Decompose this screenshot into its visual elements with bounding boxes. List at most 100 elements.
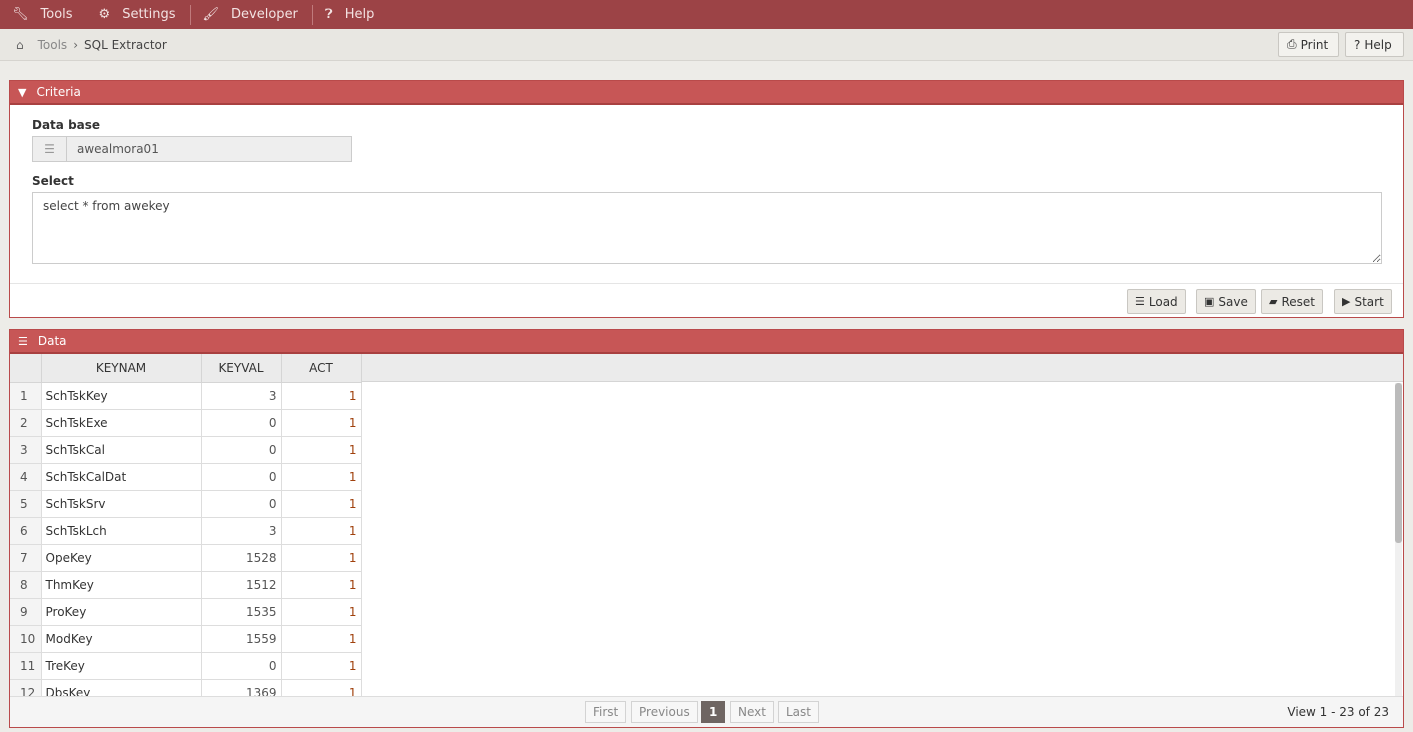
scrollbar-thumb[interactable] [1395,383,1402,543]
data-panel: ☰ Data KEYNAM KEYVAL ACT 1 SchTskKey 3 1 2 Sch… [9,329,1404,728]
row-number: 3 [10,436,42,464]
start-button[interactable]: ▶ Start [1334,289,1392,314]
current-page-button[interactable]: 1 [701,701,726,723]
cell-act: 1 [281,463,362,491]
chevron-right-icon: › [73,37,78,52]
cell-keynam: SchTskExe [41,409,202,437]
cell-keynam: SchTskSrv [41,490,202,518]
row-number: 11 [10,652,42,680]
row-number: 10 [10,625,42,653]
cell-keyval: 0 [201,463,282,491]
divider [10,283,1403,284]
breadcrumb: ⌂ Tools › SQL Extractor [0,29,1413,61]
cell-keyval: 3 [201,382,282,410]
cell-keynam: ProKey [41,598,202,626]
row-number: 6 [10,517,42,545]
row-number: 9 [10,598,42,626]
table-row[interactable]: 10 ModKey 1559 1 [10,625,362,653]
eraser-icon: ▰ [1269,295,1278,308]
load-button[interactable]: ☰ Load [1127,289,1186,314]
cell-keynam: ThmKey [41,571,202,599]
cell-act: 1 [281,517,362,545]
nav-settings[interactable]: ⚙ Settings [87,0,190,29]
criteria-panel: ▼ Criteria Data base ☰ awealmora01 Select… [9,80,1404,318]
column-header-keyval[interactable]: KEYVAL [201,354,282,383]
data-grid: KEYNAM KEYVAL ACT 1 SchTskKey 3 1 2 SchTskExe… [10,354,362,707]
home-icon[interactable]: ⌂ [16,38,24,52]
cell-keynam: SchTskCal [41,436,202,464]
table-row[interactable]: 5 SchTskSrv 0 1 [10,490,362,518]
cell-act: 1 [281,652,362,680]
previous-page-button[interactable]: Previous [631,701,698,723]
wrench-icon: 🔧︎ [12,7,29,22]
table-row[interactable]: 8 ThmKey 1512 1 [10,571,362,599]
question-icon: ❓︎ [324,7,333,22]
breadcrumb-tools[interactable]: Tools [38,38,68,52]
table-icon: ☰ [18,334,28,348]
cell-keyval: 1559 [201,625,282,653]
cell-act: 1 [281,625,362,653]
column-header-keynam[interactable]: KEYNAM [41,354,202,383]
database-field[interactable]: ☰ awealmora01 [32,136,352,162]
cell-act: 1 [281,490,362,518]
next-page-button[interactable]: Next [730,701,774,723]
nav-help[interactable]: ❓︎ Help [313,0,388,29]
cell-keyval: 1535 [201,598,282,626]
cell-keyval: 0 [201,652,282,680]
cell-keynam: SchTskLch [41,517,202,545]
table-row[interactable]: 9 ProKey 1535 1 [10,598,362,626]
row-number: 5 [10,490,42,518]
list-icon: ☰ [1135,295,1145,308]
table-row[interactable]: 7 OpeKey 1528 1 [10,544,362,572]
help-button[interactable]: ? Help [1345,32,1404,57]
row-number: 8 [10,571,42,599]
criteria-header: ▼ Criteria [10,81,1403,105]
cell-act: 1 [281,544,362,572]
pager: First Previous 1 Next Last View 1 - 23 o… [10,696,1403,727]
table-row[interactable]: 11 TreKey 0 1 [10,652,362,680]
table-row[interactable]: 4 SchTskCalDat 0 1 [10,463,362,491]
top-nav: 🔧︎ Tools ⚙ Settings 🖌︎ Developer ❓︎ Help [0,0,1413,29]
row-number: 7 [10,544,42,572]
cell-keynam: TreKey [41,652,202,680]
cell-keynam: OpeKey [41,544,202,572]
column-header-act[interactable]: ACT [281,354,362,383]
database-label: Data base [32,118,101,132]
brush-icon: 🖌︎ [202,7,220,22]
question-icon: ? [1354,37,1361,52]
cell-act: 1 [281,409,362,437]
nav-developer[interactable]: 🖌︎ Developer [191,0,312,29]
table-row[interactable]: 3 SchTskCal 0 1 [10,436,362,464]
select-query-input[interactable]: select * from awekey [32,192,1382,264]
cell-keyval: 0 [201,490,282,518]
gear-icon: ⚙ [98,7,111,22]
cell-keyval: 0 [201,436,282,464]
print-button[interactable]: ⎙ Print [1278,32,1339,57]
cell-keyval: 1512 [201,571,282,599]
cell-keynam: SchTskKey [41,382,202,410]
scrollbar[interactable] [1395,383,1402,698]
nav-tools[interactable]: 🔧︎ Tools [0,0,87,29]
cell-act: 1 [281,382,362,410]
table-row[interactable]: 6 SchTskLch 3 1 [10,517,362,545]
row-number: 1 [10,382,42,410]
table-row[interactable]: 1 SchTskKey 3 1 [10,382,362,410]
cell-keynam: SchTskCalDat [41,463,202,491]
record-count: View 1 - 23 of 23 [1287,705,1389,719]
header-fill [361,354,1403,382]
cell-keyval: 0 [201,409,282,437]
reset-button[interactable]: ▰ Reset [1261,289,1323,314]
cell-keynam: ModKey [41,625,202,653]
cell-keyval: 3 [201,517,282,545]
first-page-button[interactable]: First [585,701,627,723]
database-icon: ☰ [33,137,67,161]
play-icon: ▶ [1342,295,1351,308]
cell-act: 1 [281,436,362,464]
last-page-button[interactable]: Last [778,701,819,723]
row-number: 2 [10,409,42,437]
save-button[interactable]: ▣ Save [1196,289,1256,314]
select-label: Select [32,174,74,188]
print-icon: ⎙ [1287,37,1297,51]
cell-act: 1 [281,571,362,599]
table-row[interactable]: 2 SchTskExe 0 1 [10,409,362,437]
